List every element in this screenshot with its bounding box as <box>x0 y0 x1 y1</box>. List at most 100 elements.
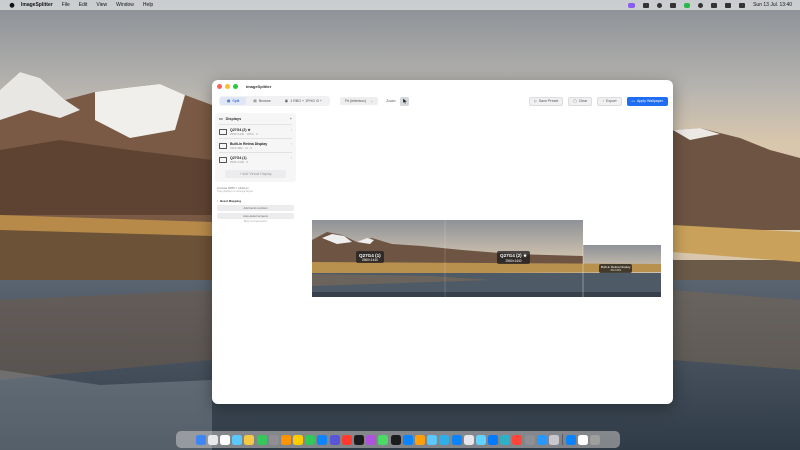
tab-split[interactable]: ▦ Split <box>220 97 247 105</box>
status-icon[interactable] <box>643 2 650 8</box>
dock-app-icon[interactable] <box>549 434 560 445</box>
menu-app-name[interactable]: ImageSplitter <box>21 2 53 8</box>
dock-app-icon[interactable] <box>500 434 511 445</box>
display-row[interactable]: Q27G4 (1) 2560×1440 · 0 › <box>219 152 292 166</box>
dock-app-icon[interactable] <box>280 434 291 445</box>
dock-app-icon[interactable] <box>463 434 474 445</box>
menu-edit[interactable]: Edit <box>79 2 88 8</box>
wifi-icon[interactable] <box>711 2 718 8</box>
dock-app-icon[interactable] <box>317 434 328 445</box>
chevron-right-icon: › <box>290 141 292 146</box>
search-icon[interactable] <box>725 2 732 8</box>
menu-clock[interactable]: Sun 13 Jul. 13:40 <box>753 2 792 8</box>
add-display-icon[interactable]: + <box>290 117 292 121</box>
monitor-icon <box>219 128 227 135</box>
display-details: 2560×1440 · 100% · 0 <box>230 131 258 136</box>
dock-app-icon[interactable] <box>207 434 218 445</box>
split-icon: ▦ <box>227 99 231 103</box>
zoom-window-button[interactable] <box>233 83 238 89</box>
fit-mode-select[interactable]: Fit (letterbox) ⌄ <box>339 97 379 105</box>
displays-icon: ▭ <box>219 117 223 121</box>
battery-icon[interactable] <box>698 2 704 8</box>
dock-app-icon[interactable] <box>427 434 438 445</box>
dock-app-icon[interactable] <box>512 434 523 445</box>
dock-app-icon[interactable] <box>590 434 601 445</box>
tab-browse-label: Browse <box>258 99 271 103</box>
dock-app-icon[interactable] <box>402 434 413 445</box>
dock-app-icon[interactable] <box>566 434 577 445</box>
laptop-icon <box>219 142 227 149</box>
toolbar: ▦ Split ▤ Browse ▣ 1 RBG + 1PHG /3 + Fit… <box>212 95 673 107</box>
bezel-option-button[interactable]: Add bezel numbers <box>217 205 294 211</box>
cursor-icon <box>403 98 407 104</box>
dock-app-icon[interactable] <box>244 434 255 445</box>
dock-app-icon[interactable] <box>219 434 230 445</box>
clear-button[interactable]: ▢ Clear <box>568 96 593 106</box>
dock-app-icon[interactable] <box>536 434 547 445</box>
dock-app-icon[interactable] <box>578 434 589 445</box>
dock-app-icon[interactable] <box>366 434 377 445</box>
menu-window[interactable]: Window <box>116 2 134 8</box>
dock-app-icon[interactable] <box>524 434 535 445</box>
dock-app-icon[interactable] <box>329 434 340 445</box>
apple-logo-icon[interactable] <box>9 2 15 8</box>
canvas-hint: Drag displays to arrange layout <box>217 190 253 193</box>
bezel-option-button[interactable]: Auto-detect screens <box>217 213 294 219</box>
dock-app-icon[interactable] <box>256 434 267 445</box>
dock-app-icon[interactable] <box>390 434 401 445</box>
dock-app-icon[interactable] <box>232 434 243 445</box>
tab-format-label: 1 RBG + 1PHG /3 + <box>290 99 322 103</box>
display-label-name: Q27G4 (1) <box>359 252 381 258</box>
export-button[interactable]: ↑ Export <box>597 96 622 106</box>
save-preset-button[interactable]: ◇ Save Preset <box>529 96 564 106</box>
dock-app-icon[interactable] <box>439 434 450 445</box>
tab-format[interactable]: ▣ 1 RBG + 1PHG /3 + <box>278 97 329 105</box>
status-icon[interactable] <box>670 2 677 8</box>
dock-app-icon[interactable] <box>354 434 365 445</box>
dock-app-icon[interactable] <box>488 434 499 445</box>
minimize-window-button[interactable] <box>225 83 230 89</box>
dock-app-icon[interactable] <box>293 434 304 445</box>
dock-app-icon[interactable] <box>305 434 316 445</box>
menu-bar: ImageSplitter File Edit View Window Help… <box>0 0 800 10</box>
chevron-right-icon: › <box>290 127 292 132</box>
dock-app-icon[interactable] <box>195 434 206 445</box>
apply-wallpaper-button[interactable]: ▭ Apply Wallpaper <box>626 96 668 106</box>
menu-file[interactable]: File <box>62 2 70 8</box>
chevron-updown-icon: ⌄ <box>370 99 374 103</box>
export-label: Export <box>606 99 617 103</box>
display-name: Q27G4 (1) <box>230 155 247 160</box>
display-name: Built-in Retina Display <box>230 141 268 146</box>
menu-help[interactable]: Help <box>143 2 153 8</box>
status-icon[interactable] <box>657 2 663 8</box>
mode-segmented-control: ▦ Split ▤ Browse ▣ 1 RBG + 1PHG /3 + <box>219 96 330 106</box>
control-center-icon[interactable] <box>739 2 746 8</box>
close-window-button[interactable] <box>217 83 222 89</box>
window-title: ImageSplitter <box>246 83 272 89</box>
displays-title: Displays <box>225 116 242 121</box>
display-row[interactable]: Built-in Retina Display 1512×982 · 2x · … <box>219 138 292 152</box>
display-label-resolution: 1512×982 <box>610 269 622 272</box>
fit-mode-value: Fit (letterbox) <box>344 99 367 103</box>
dock-app-icon[interactable] <box>414 434 425 445</box>
add-virtual-display-button[interactable]: + Add Virtual Display <box>225 170 286 178</box>
apply-wallpaper-label: Apply Wallpaper <box>636 99 663 103</box>
bezel-icon: ▫ <box>217 199 219 203</box>
dock-app-icon[interactable] <box>451 434 462 445</box>
split-preview-canvas[interactable]: Q27G4 (1) 2560×1440 Q27G4 (2) ★ 2560×144… <box>312 220 661 297</box>
canvas-info: Canvas 6080 × 1440 px Drag displays to a… <box>217 186 294 193</box>
tab-browse[interactable]: ▤ Browse <box>246 97 277 105</box>
dock-app-icon[interactable] <box>475 434 486 445</box>
status-icon[interactable] <box>684 2 691 8</box>
menu-view[interactable]: View <box>96 2 107 8</box>
zoom-label: Zoom: <box>386 99 397 103</box>
share-icon: ↑ <box>602 99 605 103</box>
imagesplitter-status-icon[interactable] <box>628 2 636 8</box>
chevron-right-icon: › <box>290 155 292 160</box>
display-row[interactable]: Q27G4 (2) ★ 2560×1440 · 100% · 0 › <box>219 124 292 138</box>
dock-app-icon[interactable] <box>378 434 389 445</box>
zoom-button[interactable] <box>400 96 410 106</box>
dock-app-icon[interactable] <box>341 434 352 445</box>
tab-split-label: Split <box>232 99 240 103</box>
dock-app-icon[interactable] <box>268 434 279 445</box>
